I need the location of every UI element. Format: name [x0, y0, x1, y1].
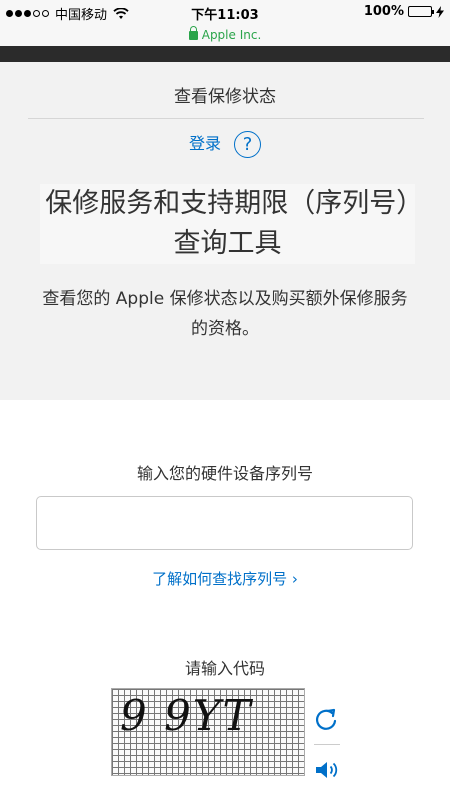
code-label: 请输入代码 [184, 659, 265, 678]
header-section: 查看保修状态 登录 ? 保修服务和支持期限（序列号）查询工具 查看您的 Appl… [0, 62, 450, 400]
site-name: Apple Inc. [201, 28, 262, 42]
page-title: 保修服务和支持期限（序列号）查询工具 [40, 184, 415, 264]
status-bar: 中国移动 下午11:03 100% [0, 0, 450, 24]
lock-icon [188, 26, 198, 40]
help-icon[interactable]: ? [234, 131, 262, 158]
address-bar[interactable]: Apple Inc. [0, 24, 450, 46]
captcha-controls-divider [314, 744, 340, 745]
divider [28, 118, 424, 119]
refresh-icon[interactable] [312, 705, 340, 733]
serial-input[interactable] [36, 496, 413, 550]
global-nav-bar [0, 46, 450, 62]
captcha-image: 9 9YT [111, 688, 305, 776]
speaker-icon[interactable] [314, 758, 342, 782]
battery-icon [408, 6, 434, 17]
battery-percent: 100% [363, 4, 404, 19]
login-link[interactable]: 登录 [189, 134, 221, 153]
captcha-text: 9 9YT [120, 691, 253, 740]
battery-group: 100% [364, 4, 444, 19]
charging-icon [436, 5, 444, 18]
page-breadcrumb: 查看保修状态 [174, 87, 276, 107]
login-row: 登录 ? [0, 130, 450, 158]
find-serial-link[interactable]: 了解如何查找序列号 › [0, 568, 450, 589]
serial-label: 输入您的硬件设备序列号 [136, 464, 313, 483]
page-description: 查看您的 Apple 保修状态以及购买额外保修服务的资格。 [42, 289, 408, 339]
